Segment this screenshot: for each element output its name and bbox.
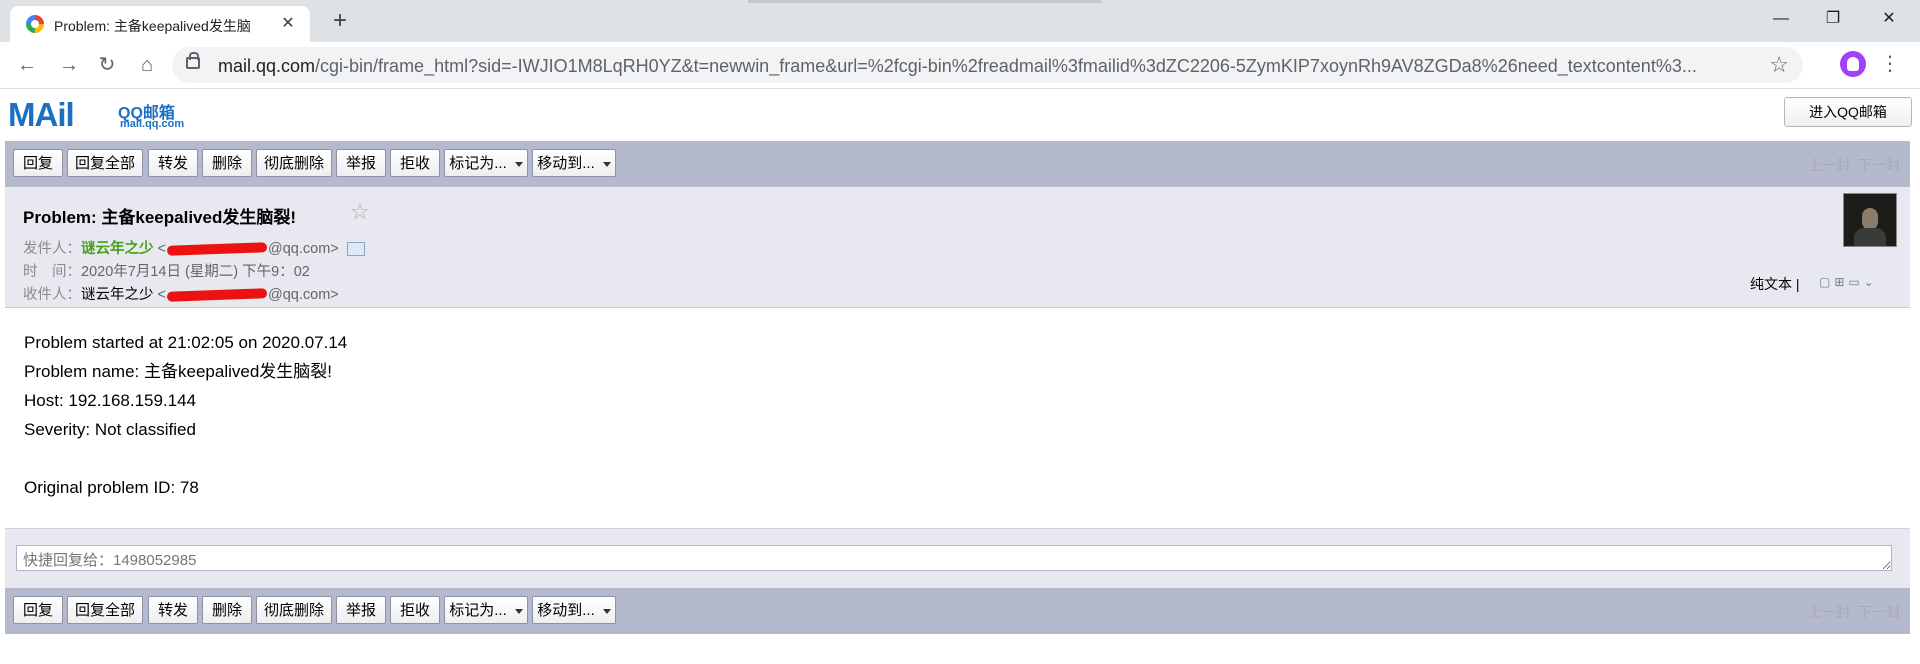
report-button[interactable]: 举报 xyxy=(336,596,386,624)
forward-icon[interactable]: → xyxy=(54,50,84,80)
plain-text-label: 纯文本 xyxy=(1750,276,1792,292)
download-icon[interactable]: ⊞ xyxy=(1834,275,1848,289)
mark-as-label: 标记为... xyxy=(449,155,507,172)
move-to-dropdown[interactable]: 移动到... xyxy=(532,596,616,624)
email-tools: ▢⊞▭⌄ xyxy=(1819,275,1878,289)
time-row: 时 间：2020年7月14日 (星期二) 下午9：02 xyxy=(23,260,310,281)
sender-avatar[interactable] xyxy=(1843,193,1897,247)
to-label: 收件人： xyxy=(23,287,81,303)
browser-tab[interactable]: Problem: 主备keepalived发生脑 ✕ xyxy=(10,6,310,42)
logo-mail-text: MAil xyxy=(8,96,75,133)
new-tab-icon[interactable]: + xyxy=(326,7,354,35)
browser-menu-icon[interactable]: ⋮ xyxy=(1880,48,1900,80)
browser-tab-strip: Problem: 主备keepalived发生脑 ✕ + — ❐ ✕ xyxy=(0,0,1920,42)
window-drag-handle[interactable] xyxy=(748,0,1102,3)
restore-icon[interactable]: ❐ xyxy=(1810,6,1856,32)
time-label: 时 间： xyxy=(23,264,81,280)
reject-button[interactable]: 拒收 xyxy=(390,596,440,624)
bookmark-star-icon[interactable]: ☆ xyxy=(1769,52,1789,78)
chevron-down-icon xyxy=(602,161,611,167)
url-host: mail.qq.com xyxy=(218,56,316,76)
window-close-icon[interactable]: ✕ xyxy=(1866,6,1912,32)
body-line xyxy=(24,444,347,473)
tab-close-icon[interactable]: ✕ xyxy=(278,14,298,34)
reply-button[interactable]: 回复 xyxy=(13,596,63,624)
reload-icon[interactable]: ↻ xyxy=(92,50,122,80)
reply-all-button[interactable]: 回复全部 xyxy=(67,596,143,624)
back-icon[interactable]: ← xyxy=(12,50,42,80)
to-row: 收件人：谜云年之少 < @qq.com> xyxy=(23,283,339,304)
delete-permanent-button[interactable]: 彻底删除 xyxy=(256,596,332,624)
recipient-name[interactable]: 谜云年之少 xyxy=(81,287,154,303)
delete-button[interactable]: 删除 xyxy=(202,149,252,177)
delete-permanent-button[interactable]: 彻底删除 xyxy=(256,149,332,177)
mark-as-dropdown[interactable]: 标记为... xyxy=(444,596,528,624)
email-header: Problem: 主备keepalived发生脑裂! ☆ 发件人：谜云年之少 <… xyxy=(5,187,1910,308)
next-mail-link[interactable]: 下一封 xyxy=(1858,604,1900,620)
address-bar[interactable]: mail.qq.com/cgi-bin/frame_html?sid=-IWJI… xyxy=(172,47,1803,83)
from-row: 发件人：谜云年之少 < @qq.com> xyxy=(23,237,365,258)
action-bar-bottom: 回复 回复全部 转发 删除 彻底删除 举报 拒收 标记为... 移动到... 上… xyxy=(5,588,1910,634)
next-mail-link[interactable]: 下一封 xyxy=(1858,157,1900,173)
quick-reply-input[interactable] xyxy=(16,545,1892,571)
logo-domain-text: mail.qq.com xyxy=(120,118,185,130)
delete-button[interactable]: 删除 xyxy=(202,596,252,624)
url-path: /cgi-bin/frame_html?sid=-IWJIO1M8LqRH0YZ… xyxy=(315,56,1697,76)
body-line: Severity: Not classified xyxy=(24,420,196,439)
move-to-label: 移动到... xyxy=(537,155,595,172)
pager: 上一封 下一封 xyxy=(1804,155,1900,175)
minimize-icon[interactable]: — xyxy=(1758,6,1804,32)
reply-button[interactable]: 回复 xyxy=(13,149,63,177)
new-window-icon[interactable]: ▢ xyxy=(1819,275,1834,289)
action-bar-top: 回复 回复全部 转发 删除 彻底删除 举报 拒收 标记为... 移动到... 上… xyxy=(5,141,1910,187)
browser-toolbar: ← → ↻ ⌂ mail.qq.com/cgi-bin/frame_html?s… xyxy=(0,42,1920,89)
redaction-mark xyxy=(166,288,268,302)
lock-icon[interactable] xyxy=(186,52,200,69)
from-label: 发件人： xyxy=(23,241,81,257)
mark-as-dropdown[interactable]: 标记为... xyxy=(444,149,528,177)
recipient-address[interactable]: < @qq.com> xyxy=(158,287,339,303)
reject-button[interactable]: 拒收 xyxy=(390,149,440,177)
move-to-label: 移动到... xyxy=(537,602,595,619)
redaction-mark xyxy=(166,242,268,256)
chevron-down-icon xyxy=(514,161,523,167)
body-line: Original problem ID: 78 xyxy=(24,478,199,497)
tab-title: Problem: 主备keepalived发生脑 xyxy=(54,18,251,34)
prev-mail-link[interactable]: 上一封 xyxy=(1808,157,1850,173)
email-time: 2020年7月14日 (星期二) 下午9：02 xyxy=(81,264,310,280)
body-line: Host: 192.168.159.144 xyxy=(24,391,197,410)
email-body: Problem started at 21:02:05 on 2020.07.1… xyxy=(24,328,347,502)
url-text[interactable]: mail.qq.com/cgi-bin/frame_html?sid=-IWJI… xyxy=(218,56,1748,77)
chevron-down-icon xyxy=(514,608,523,614)
reply-all-button[interactable]: 回复全部 xyxy=(67,149,143,177)
profile-avatar-icon[interactable] xyxy=(1840,51,1866,77)
star-mark-icon[interactable]: ☆ xyxy=(350,199,370,225)
recipient-domain: @qq.com> xyxy=(268,287,339,303)
report-button[interactable]: 举报 xyxy=(336,149,386,177)
forward-button[interactable]: 转发 xyxy=(148,596,198,624)
contact-card-icon[interactable] xyxy=(346,242,365,257)
mark-as-label: 标记为... xyxy=(449,602,507,619)
sender-address[interactable]: < @qq.com> xyxy=(158,241,339,257)
qq-mail-favicon-icon xyxy=(26,15,44,33)
body-line: Problem name: 主备keepalived发生脑裂! xyxy=(24,362,333,381)
sender-name[interactable]: 谜云年之少 xyxy=(81,241,154,257)
home-icon[interactable]: ⌂ xyxy=(132,50,162,80)
quick-reply-area xyxy=(5,529,1910,588)
body-line: Problem started at 21:02:05 on 2020.07.1… xyxy=(24,333,348,352)
prev-mail-link[interactable]: 上一封 xyxy=(1808,604,1850,620)
move-to-dropdown[interactable]: 移动到... xyxy=(532,149,616,177)
more-chevron-icon[interactable]: ⌄ xyxy=(1864,275,1878,289)
enter-qq-mail-button[interactable]: 进入QQ邮箱 xyxy=(1784,97,1912,127)
chevron-down-icon xyxy=(602,608,611,614)
plain-text-link[interactable]: 纯文本 | xyxy=(1750,274,1800,294)
print-icon[interactable]: ▭ xyxy=(1848,275,1863,289)
sender-domain: @qq.com> xyxy=(268,241,339,257)
pager: 上一封 下一封 xyxy=(1804,602,1900,622)
email-subject: Problem: 主备keepalived发生脑裂! xyxy=(23,208,297,227)
forward-button[interactable]: 转发 xyxy=(148,149,198,177)
